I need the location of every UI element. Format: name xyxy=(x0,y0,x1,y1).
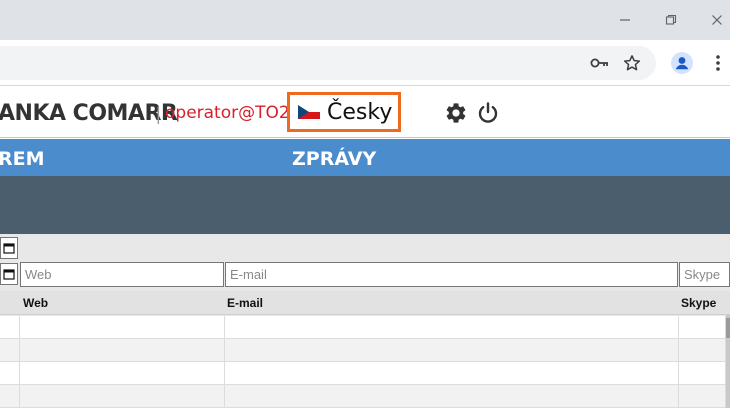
email-filter-input[interactable]: E-mail xyxy=(225,262,678,287)
calendar-icon[interactable] xyxy=(0,237,18,259)
table-cell xyxy=(20,385,225,408)
table-cell xyxy=(679,316,726,339)
table-row[interactable] xyxy=(0,316,726,339)
brand-name: ANKA COMARR xyxy=(0,101,178,126)
table-cell xyxy=(225,339,679,362)
column-header-web[interactable]: Web xyxy=(23,296,48,310)
table-cell xyxy=(679,339,726,362)
menu-item-rem[interactable]: REM xyxy=(0,148,45,170)
skype-filter-input[interactable]: Skype xyxy=(679,262,730,287)
menu-dots-icon[interactable] xyxy=(707,52,729,74)
toolbar-band xyxy=(0,176,730,234)
table-cell xyxy=(20,339,225,362)
table-cell xyxy=(225,385,679,408)
operator-label[interactable]: operator@TO2 xyxy=(165,103,290,123)
address-bar[interactable] xyxy=(0,46,656,80)
calendar-icon[interactable] xyxy=(0,263,18,285)
language-label: Česky xyxy=(327,99,393,125)
key-icon[interactable] xyxy=(589,52,611,74)
language-selector[interactable]: Česky xyxy=(287,92,401,132)
table-cell xyxy=(225,362,679,385)
header-separator: | xyxy=(156,104,161,124)
column-header-email[interactable]: E-mail xyxy=(227,296,263,310)
table-cell xyxy=(0,385,20,408)
table-row[interactable] xyxy=(0,362,726,385)
table-header-row xyxy=(0,291,730,315)
czech-flag-icon xyxy=(298,105,320,119)
star-icon[interactable] xyxy=(621,52,643,74)
restore-icon[interactable] xyxy=(659,8,683,32)
web-filter-input[interactable]: Web xyxy=(20,262,224,287)
table-cell xyxy=(679,362,726,385)
table-cell xyxy=(679,385,726,408)
table-cell xyxy=(20,316,225,339)
power-icon[interactable] xyxy=(476,101,500,125)
scrollbar-thumb[interactable] xyxy=(726,318,730,338)
table-row[interactable] xyxy=(0,339,726,362)
table-cell xyxy=(0,339,20,362)
column-header-skype[interactable]: Skype xyxy=(681,296,716,310)
profile-icon[interactable] xyxy=(671,52,693,74)
table-cell xyxy=(20,362,225,385)
gear-icon[interactable] xyxy=(444,101,468,125)
table-cell xyxy=(225,316,679,339)
table-row[interactable] xyxy=(0,385,726,408)
menu-item-zpravy[interactable]: ZPRÁVY xyxy=(292,148,376,170)
table-cell xyxy=(0,362,20,385)
table-cell xyxy=(0,316,20,339)
minimize-icon[interactable] xyxy=(613,8,637,32)
close-icon[interactable] xyxy=(705,8,729,32)
